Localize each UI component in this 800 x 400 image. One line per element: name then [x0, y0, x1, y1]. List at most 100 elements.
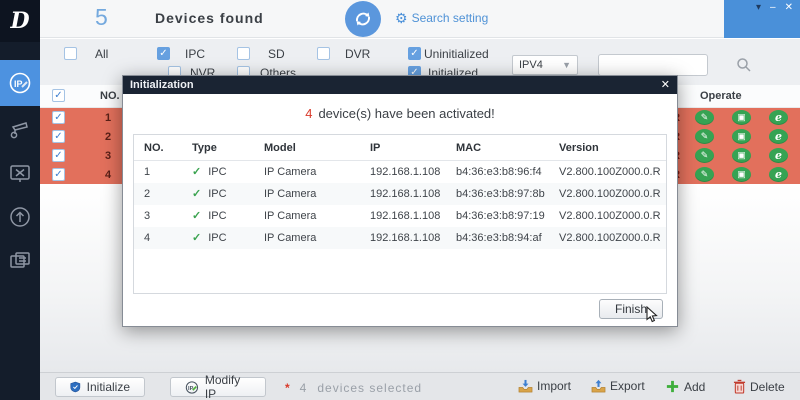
cell-model: IP Camera: [264, 183, 370, 205]
edit-icon[interactable]: ✎: [695, 129, 714, 144]
activation-message: 4device(s) have been activated!: [123, 106, 677, 121]
row-checkbox[interactable]: ✓: [52, 130, 65, 143]
upgrade-arrow-icon: [7, 204, 33, 230]
cell-version: V2.800.100Z000.0.R: [559, 205, 666, 227]
filter-sd-checkbox[interactable]: [237, 47, 250, 60]
modify-ip-label: Modify IP: [205, 373, 251, 400]
col-no: NO.: [134, 135, 192, 160]
initialize-button[interactable]: Initialize: [55, 377, 145, 397]
initialize-label: Initialize: [87, 380, 130, 394]
filter-dvr-checkbox[interactable]: [317, 47, 330, 60]
cell-version: V2.800.100Z000.0.R: [559, 183, 666, 205]
search-button[interactable]: [732, 54, 756, 76]
required-asterisk: *: [285, 381, 290, 395]
documents-icon: [7, 248, 33, 274]
selected-text: devices selected: [317, 381, 422, 395]
success-check-icon: ✓: [192, 232, 201, 244]
select-all-checkbox[interactable]: ✓: [52, 89, 65, 102]
sidebar-item-device-config[interactable]: [0, 108, 40, 150]
delete-button[interactable]: Delete: [733, 379, 785, 394]
trash-icon: [733, 379, 746, 394]
row-checkbox[interactable]: ✓: [52, 149, 65, 162]
table-row: 1 ✓IPC IP Camera 192.168.1.108 b4:36:e3:…: [134, 161, 666, 183]
column-operate: Operate: [700, 90, 742, 102]
cell-mac: b4:36:e3:b8:94:af: [456, 227, 559, 249]
edit-icon[interactable]: ✎: [695, 110, 714, 125]
filter-uninitialized-checkbox[interactable]: ✓: [408, 47, 421, 60]
web-browser-icon[interactable]: e: [769, 110, 788, 125]
refresh-button[interactable]: [345, 1, 381, 37]
cell-no: 3: [134, 205, 192, 227]
sidebar-item-upgrade[interactable]: [0, 196, 40, 238]
edit-icon[interactable]: ✎: [695, 148, 714, 163]
sidebar-item-device-list[interactable]: [0, 240, 40, 282]
add-button[interactable]: Add: [665, 379, 705, 394]
row-number: 4: [105, 169, 111, 181]
cell-mac: b4:36:e3:b8:97:8b: [456, 183, 559, 205]
dialog-close-icon[interactable]: ✕: [661, 80, 670, 91]
svg-text:IP: IP: [14, 79, 23, 89]
web-browser-icon[interactable]: e: [769, 167, 788, 182]
row-checkbox[interactable]: ✓: [52, 111, 65, 124]
details-icon[interactable]: ▣: [732, 148, 751, 163]
activated-count: 4: [305, 106, 312, 121]
gear-icon: ⚙: [395, 11, 408, 25]
edit-icon[interactable]: ✎: [695, 167, 714, 182]
cell-mac: b4:36:e3:b8:97:19: [456, 205, 559, 227]
close-icon[interactable]: ✕: [785, 2, 793, 14]
table-row: 3 ✓IPC IP Camera 192.168.1.108 b4:36:e3:…: [134, 205, 666, 227]
modify-ip-button[interactable]: IP Modify IP: [170, 377, 266, 397]
dahua-logo-icon: D: [10, 10, 29, 32]
device-count: 5: [95, 4, 108, 31]
success-check-icon: ✓: [192, 210, 201, 222]
filter-sd-label: SD: [268, 47, 285, 61]
cell-ip: 192.168.1.108: [370, 183, 456, 205]
table-row: 4 ✓IPC IP Camera 192.168.1.108 b4:36:e3:…: [134, 227, 666, 249]
web-browser-icon[interactable]: e: [769, 129, 788, 144]
selected-count: 4: [300, 381, 308, 395]
sidebar-item-modify-ip[interactable]: IP: [0, 60, 40, 106]
shield-icon: [70, 380, 81, 394]
filter-ipc-checkbox[interactable]: ✓: [157, 47, 170, 60]
config-tool-window: D IP: [0, 0, 800, 400]
sidebar-item-system-tools[interactable]: [0, 152, 40, 194]
page-title: Devices found: [155, 10, 264, 26]
import-button[interactable]: Import: [518, 379, 571, 393]
filter-all-label: All: [95, 47, 108, 61]
minimize-icon[interactable]: –: [770, 2, 776, 14]
import-label: Import: [537, 379, 571, 393]
details-icon[interactable]: ▣: [732, 110, 751, 125]
window-menu-icon[interactable]: ▾: [756, 2, 761, 14]
cell-type: ✓IPC: [192, 161, 264, 183]
success-check-icon: ✓: [192, 188, 201, 200]
details-icon[interactable]: ▣: [732, 129, 751, 144]
filter-all-checkbox[interactable]: [64, 47, 77, 60]
add-label: Add: [684, 380, 705, 394]
import-icon: [518, 379, 533, 393]
search-icon: [736, 57, 752, 73]
ip-version-select[interactable]: IPV4 ▼: [512, 55, 578, 75]
row-number: 1: [105, 112, 111, 124]
filter-uninitialized-label: Uninitialized: [424, 47, 489, 61]
details-icon[interactable]: ▣: [732, 167, 751, 182]
column-no: NO.: [100, 90, 120, 102]
web-browser-icon[interactable]: e: [769, 148, 788, 163]
row-number: 3: [105, 150, 111, 162]
search-setting-label: Search setting: [412, 11, 489, 25]
cell-ip: 192.168.1.108: [370, 227, 456, 249]
search-setting-button[interactable]: ⚙ Search setting: [395, 11, 488, 25]
cell-no: 1: [134, 161, 192, 183]
row-number: 2: [105, 131, 111, 143]
cell-model: IP Camera: [264, 205, 370, 227]
export-button[interactable]: Export: [591, 379, 645, 393]
cell-ip: 192.168.1.108: [370, 205, 456, 227]
row-checkbox[interactable]: ✓: [52, 168, 65, 181]
export-label: Export: [610, 379, 645, 393]
search-input[interactable]: [598, 54, 708, 76]
ip-edit-icon: IP: [185, 380, 199, 395]
mouse-cursor-icon: [645, 306, 659, 324]
cell-model: IP Camera: [264, 161, 370, 183]
cell-version: V2.800.100Z000.0.R: [559, 227, 666, 249]
app-logo: D: [0, 0, 40, 42]
col-ip: IP: [370, 135, 456, 160]
